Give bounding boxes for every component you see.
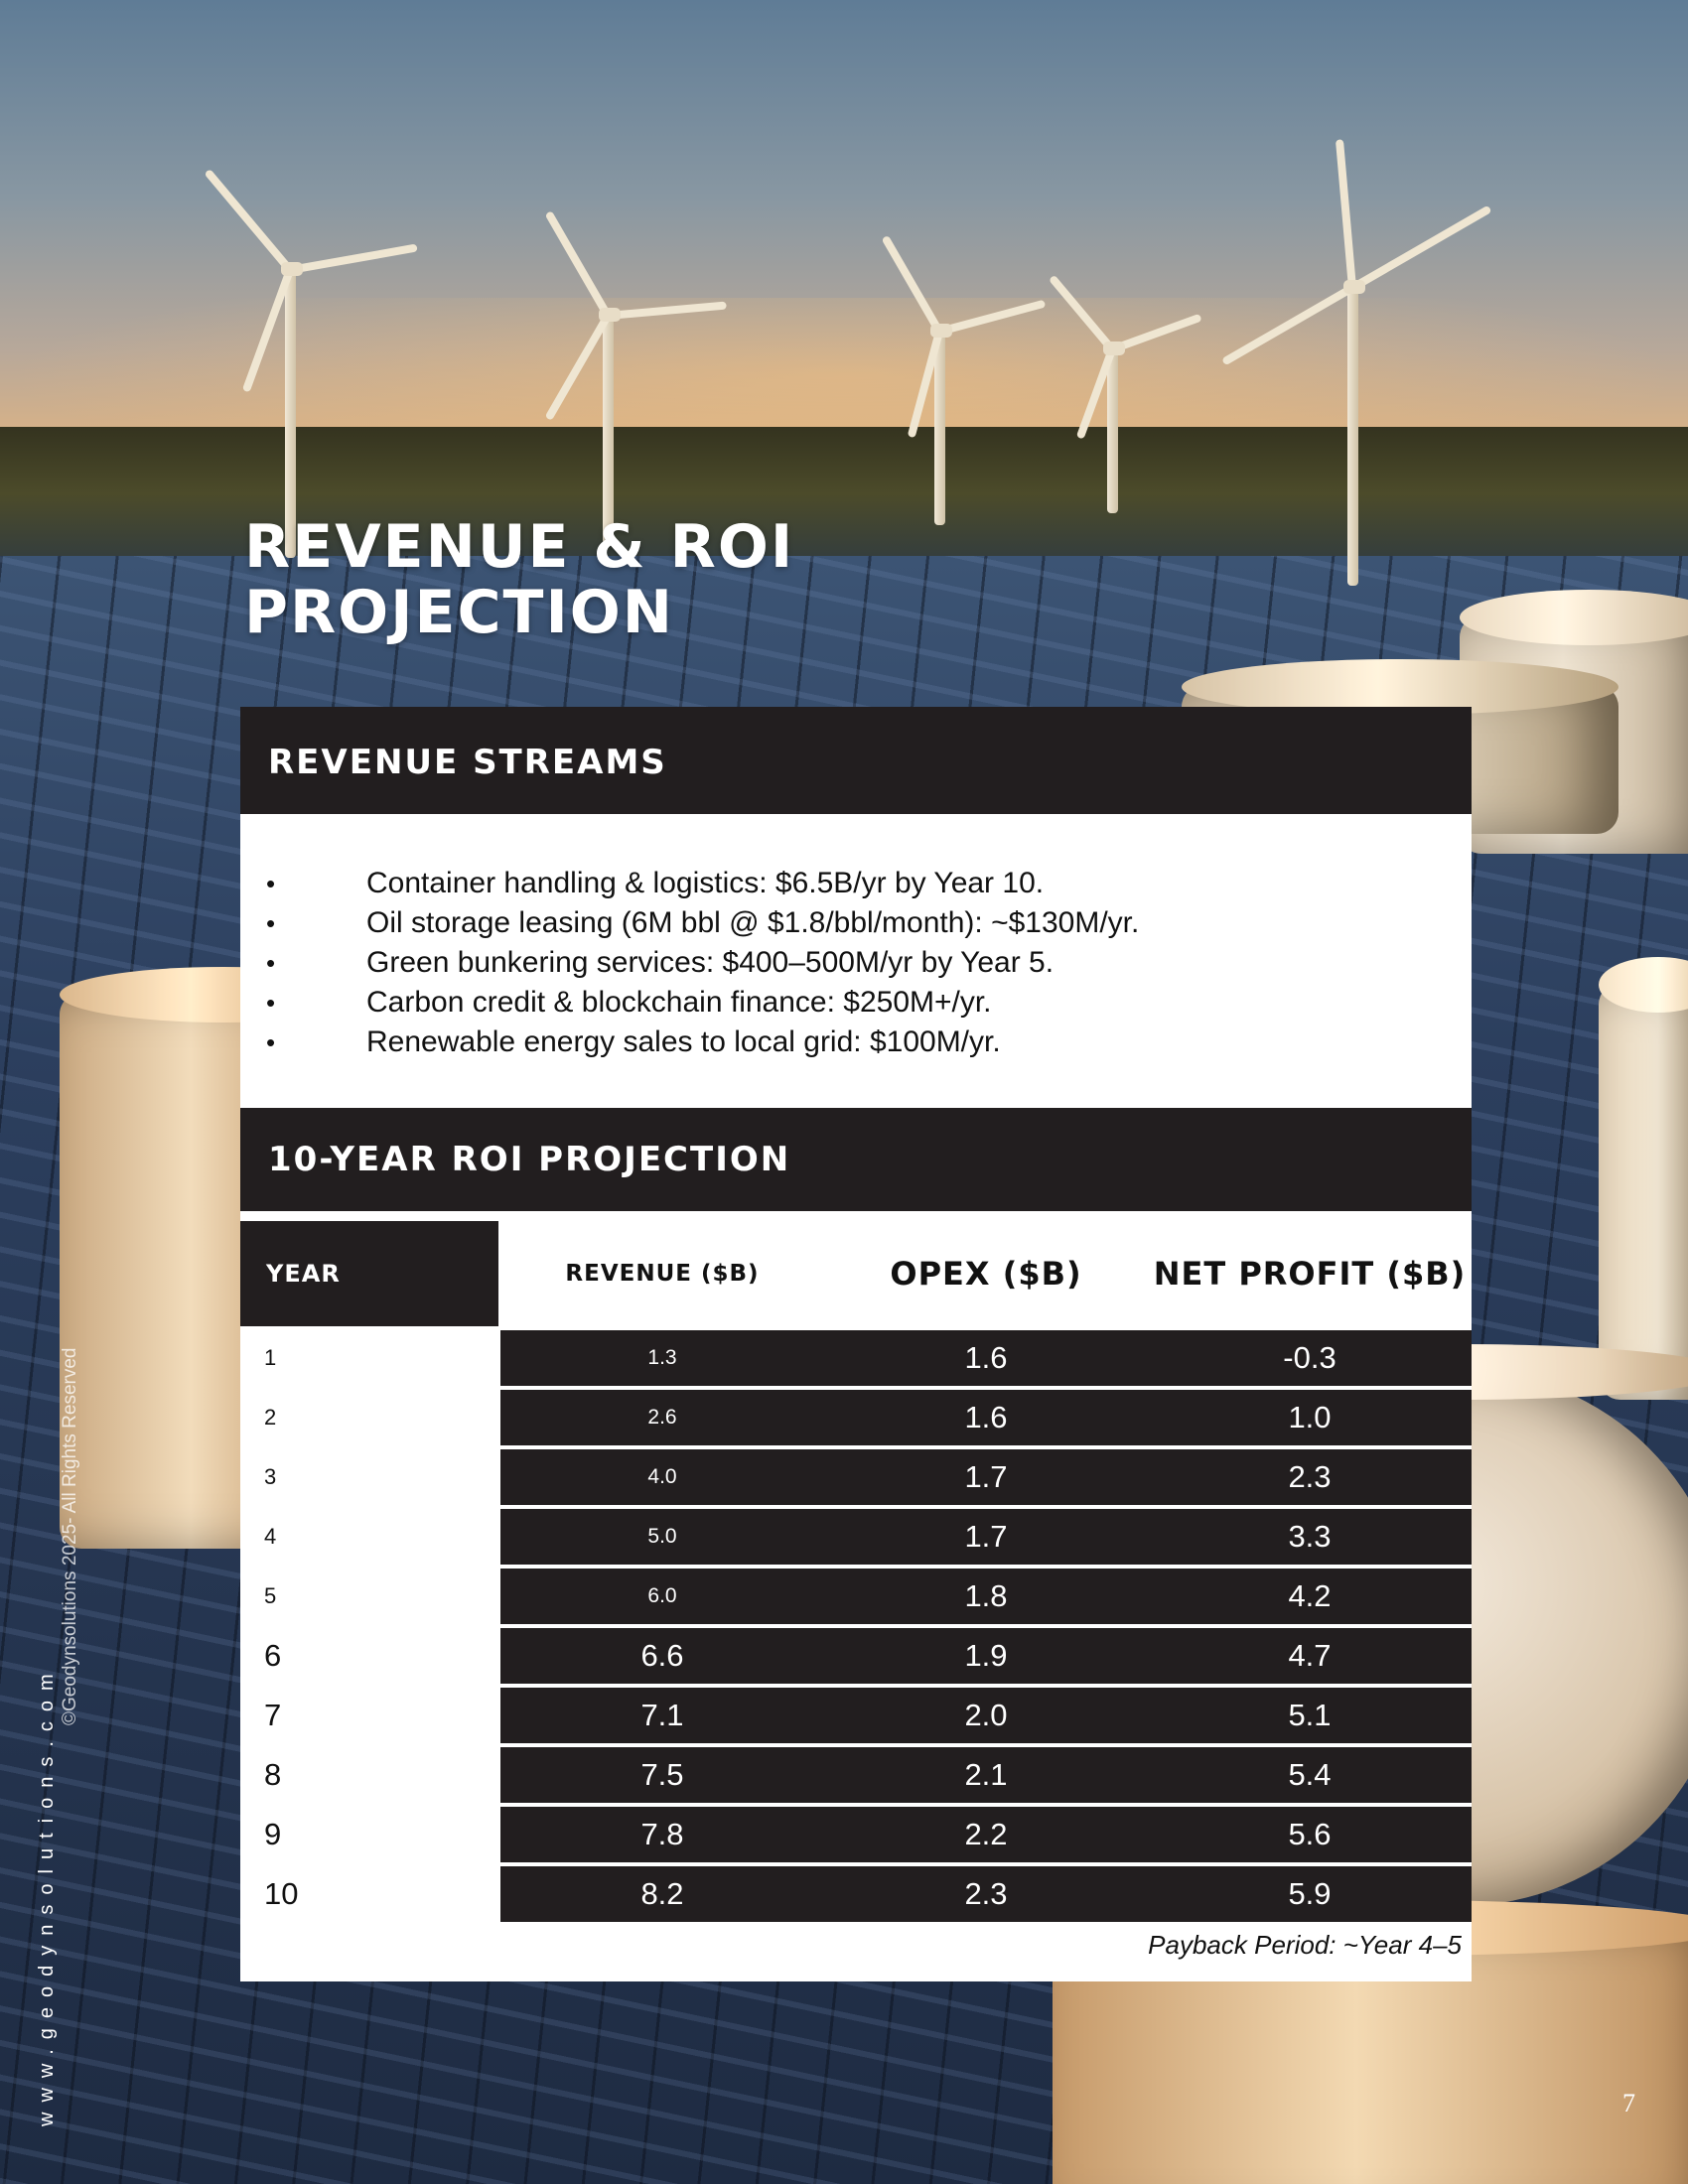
copyright-text: ©Geodynsolutions 2025- All Rights Reserv… xyxy=(60,1347,80,1725)
table-row: 9 7.8 2.2 5.6 xyxy=(240,1807,1472,1862)
cell-net-profit: 1.0 xyxy=(1148,1390,1472,1445)
cell-revenue: 6.6 xyxy=(500,1628,824,1684)
page-title-line-2: PROJECTION xyxy=(244,578,674,647)
table-row: 3 4.0 1.7 2.3 xyxy=(240,1449,1472,1505)
bullet-icon: • xyxy=(266,1027,276,1057)
roi-table: YEAR REVENUE ($B) OPEX ($B) NET PROFIT (… xyxy=(240,1217,1472,1926)
column-header-year: YEAR xyxy=(240,1221,500,1326)
cell-opex: 1.6 xyxy=(824,1390,1148,1445)
vertical-footer: www.geodynsolutions.com ©Geodynsolutions… xyxy=(34,1348,81,2126)
cell-opex: 1.8 xyxy=(824,1569,1148,1624)
cell-opex: 1.7 xyxy=(824,1509,1148,1565)
website-text: www.geodynsolutions.com xyxy=(36,1664,58,2126)
storage-tank xyxy=(1599,983,1688,1400)
bullet-icon: • xyxy=(266,948,276,978)
cell-year: 1 xyxy=(240,1330,500,1386)
cell-year: 3 xyxy=(240,1449,500,1505)
cell-opex: 2.2 xyxy=(824,1807,1148,1862)
page-title-line-1: REVENUE & ROI xyxy=(244,512,795,582)
revenue-streams-list: • Container handling & logistics: $6.5B/y… xyxy=(240,864,1472,1062)
cell-revenue: 5.0 xyxy=(500,1509,824,1565)
cell-net-profit: 2.3 xyxy=(1148,1449,1472,1505)
cell-revenue: 1.3 xyxy=(500,1330,824,1386)
cell-revenue: 7.5 xyxy=(500,1747,824,1803)
cell-year: 9 xyxy=(240,1807,500,1862)
table-row: 8 7.5 2.1 5.4 xyxy=(240,1747,1472,1803)
page-title: REVENUE & ROI PROJECTION xyxy=(244,514,939,645)
cell-net-profit: 4.7 xyxy=(1148,1628,1472,1684)
table-row: 5 6.0 1.8 4.2 xyxy=(240,1569,1472,1624)
table-header-row: YEAR REVENUE ($B) OPEX ($B) NET PROFIT (… xyxy=(240,1221,1472,1326)
column-header-net-profit: NET PROFIT ($B) xyxy=(1148,1221,1472,1326)
column-header-opex: OPEX ($B) xyxy=(824,1221,1148,1326)
content-card: REVENUE STREAMS • Container handling & lo… xyxy=(240,707,1472,1981)
cell-revenue: 4.0 xyxy=(500,1449,824,1505)
cell-revenue: 2.6 xyxy=(500,1390,824,1445)
cell-opex: 2.1 xyxy=(824,1747,1148,1803)
cell-net-profit: 5.6 xyxy=(1148,1807,1472,1862)
cell-revenue: 7.1 xyxy=(500,1688,824,1743)
roi-projection-heading: 10-YEAR ROI PROJECTION xyxy=(240,1108,1472,1211)
cell-net-profit: 3.3 xyxy=(1148,1509,1472,1565)
cell-year: 5 xyxy=(240,1569,500,1624)
cell-revenue: 7.8 xyxy=(500,1807,824,1862)
revenue-streams-heading: REVENUE STREAMS xyxy=(240,707,1472,814)
cell-year: 2 xyxy=(240,1390,500,1445)
cell-year: 4 xyxy=(240,1509,500,1565)
cell-opex: 1.9 xyxy=(824,1628,1148,1684)
cell-opex: 1.6 xyxy=(824,1330,1148,1386)
table-row: 1 1.3 1.6 -0.3 xyxy=(240,1330,1472,1386)
list-item: • Carbon credit & blockchain finance: $25… xyxy=(240,983,1472,1023)
page-number: 7 xyxy=(1622,2089,1635,2117)
table-row: 4 5.0 1.7 3.3 xyxy=(240,1509,1472,1565)
cell-opex: 1.7 xyxy=(824,1449,1148,1505)
table-row: 2 2.6 1.6 1.0 xyxy=(240,1390,1472,1445)
bullet-icon: • xyxy=(266,988,276,1018)
bullet-icon: • xyxy=(266,869,276,898)
list-item: • Oil storage leasing (6M bbl @ $1.8/bbl/… xyxy=(240,903,1472,943)
list-item: • Container handling & logistics: $6.5B/y… xyxy=(240,864,1472,903)
cell-year: 7 xyxy=(240,1688,500,1743)
table-row: 6 6.6 1.9 4.7 xyxy=(240,1628,1472,1684)
cell-revenue: 6.0 xyxy=(500,1569,824,1624)
bullet-icon: • xyxy=(266,908,276,938)
cell-year: 8 xyxy=(240,1747,500,1803)
cell-net-profit: 5.1 xyxy=(1148,1688,1472,1743)
table-row: 7 7.1 2.0 5.1 xyxy=(240,1688,1472,1743)
cell-opex: 2.0 xyxy=(824,1688,1148,1743)
table-row: 10 8.2 2.3 5.9 xyxy=(240,1866,1472,1922)
cell-net-profit: 5.9 xyxy=(1148,1866,1472,1922)
cell-opex: 2.3 xyxy=(824,1866,1148,1922)
cell-revenue: 8.2 xyxy=(500,1866,824,1922)
cell-year: 6 xyxy=(240,1628,500,1684)
cell-net-profit: 4.2 xyxy=(1148,1569,1472,1624)
cell-net-profit: -0.3 xyxy=(1148,1330,1472,1386)
list-item: • Green bunkering services: $400–500M/yr … xyxy=(240,943,1472,983)
payback-period-note: Payback Period: ~Year 4–5 xyxy=(1148,1930,1462,1960)
column-header-revenue: REVENUE ($B) xyxy=(500,1221,824,1326)
cell-year: 10 xyxy=(240,1866,500,1922)
list-item: • Renewable energy sales to local grid: $… xyxy=(240,1023,1472,1062)
cell-net-profit: 5.4 xyxy=(1148,1747,1472,1803)
